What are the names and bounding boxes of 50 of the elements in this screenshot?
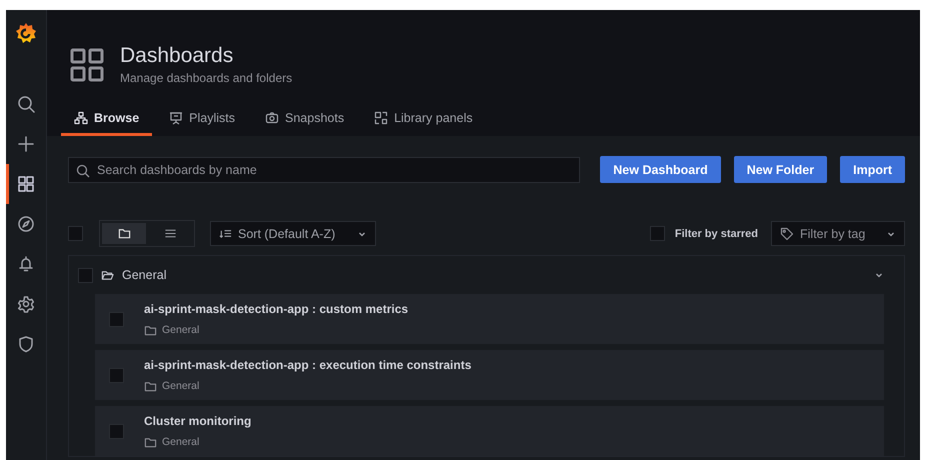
tab[interactable]: Library panels [361, 111, 486, 136]
dashboard-item[interactable]: Cluster monitoring General [95, 406, 884, 456]
gear-icon [17, 295, 35, 313]
library-icon [374, 111, 388, 125]
dashboard-item[interactable]: ai-sprint-mask-detection-app : custom metrics General [95, 294, 884, 344]
dashboard-title: ai-sprint-mask-detection-app : custom metrics [144, 302, 408, 316]
folder-icon [144, 436, 157, 448]
sort-icon [219, 227, 232, 240]
folder-label: General [162, 436, 200, 448]
dashboard-item[interactable]: ai-sprint-mask-detection-app : execution time constraints General [95, 350, 884, 400]
checkbox[interactable] [109, 368, 124, 382]
shield-icon [17, 335, 35, 353]
action-button[interactable]: Import [840, 156, 905, 183]
dashboard-title: Cluster monitoring [144, 414, 252, 428]
tab[interactable]: Playlists [156, 111, 248, 136]
folder-label: General [162, 324, 200, 336]
view-toggle[interactable] [102, 223, 146, 244]
page-subtitle: Manage dashboards and folders [120, 71, 292, 85]
checkbox[interactable] [78, 268, 93, 282]
checkbox-label: Filter by starred [674, 228, 758, 240]
checkbox[interactable] [650, 226, 665, 241]
tag-icon [780, 226, 794, 240]
sort-dropdown[interactable]: Sort (Default A-Z) [210, 221, 376, 246]
camera-icon [265, 111, 279, 125]
action-button[interactable]: New Dashboard [600, 156, 721, 183]
checkbox[interactable] [109, 424, 124, 438]
dashboard-title: ai-sprint-mask-detection-app : execution time constraints [144, 358, 472, 372]
search-field[interactable]: Search dashboards by name [68, 156, 580, 182]
folder-name[interactable]: General [122, 268, 866, 282]
list-icon [164, 227, 176, 240]
search-icon [17, 95, 35, 113]
folder-icon [144, 380, 157, 392]
compass-icon [17, 215, 35, 233]
grid-icon [70, 48, 104, 82]
presentation-icon [169, 111, 184, 125]
sitemap-icon [74, 111, 88, 125]
folder-label: General [162, 380, 200, 392]
action-button[interactable]: New Folder [734, 156, 828, 183]
folder-icon [144, 324, 157, 336]
plus-icon [17, 135, 35, 153]
bell-icon [17, 255, 35, 273]
folder-icon [101, 268, 114, 282]
logo-icon[interactable] [15, 22, 37, 44]
checkbox[interactable] [68, 226, 83, 241]
tab[interactable]: Snapshots [252, 111, 358, 136]
checkbox[interactable] [109, 312, 124, 326]
folder-icon [118, 227, 130, 240]
grid-icon [17, 175, 35, 193]
tag-filter-dropdown[interactable]: Filter by tag [771, 221, 905, 246]
page-title: Dashboards [120, 44, 234, 68]
